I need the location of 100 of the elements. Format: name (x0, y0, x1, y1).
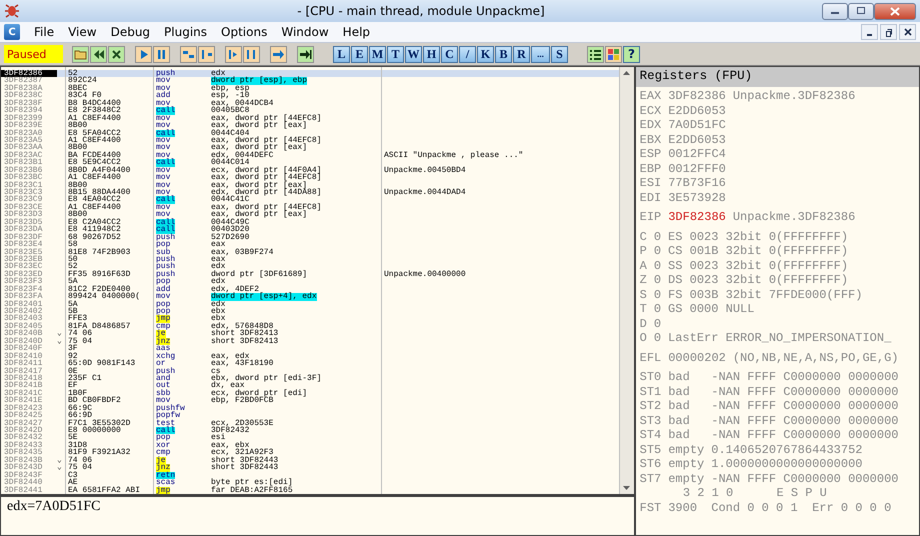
panel-shortcut-button[interactable]: L (333, 46, 350, 62)
hex-cell: 66:9C (68, 404, 92, 412)
register-note: FS 003B 32bit 7FFDE000(FFF) (668, 288, 862, 302)
address-cell: 3DF82386 (1, 70, 57, 78)
operand-cell: ecx, 321A92F3 (211, 449, 274, 457)
panel-shortcut-button[interactable]: W (405, 46, 422, 62)
step-over-button[interactable] (198, 46, 215, 62)
colors-button[interactable] (605, 46, 622, 62)
panel-shortcut-button[interactable]: ... (531, 46, 550, 62)
address-cell-text: 3DF8243F (3, 472, 44, 480)
panel-shortcut-button[interactable]: R (513, 46, 530, 62)
register-name: EAX (640, 89, 662, 104)
close-button[interactable] (108, 46, 125, 62)
menu-item[interactable]: Debug (104, 25, 156, 39)
maximize-icon (856, 7, 866, 15)
panel-shortcut-button[interactable]: / (459, 46, 476, 62)
menu-item[interactable]: Plugins (158, 25, 214, 39)
panel-shortcut-button[interactable]: E (351, 46, 368, 62)
minimize-button[interactable] (822, 2, 848, 20)
help-button[interactable]: ? (623, 46, 640, 62)
panel-shortcut-button[interactable]: H (423, 46, 440, 62)
register-value: 00000202 (668, 350, 726, 365)
goto-button[interactable] (297, 46, 314, 62)
mnemonic-cell: mov (156, 182, 170, 189)
register-value: 0012FFC4 (668, 147, 726, 162)
address-cell-text: 3DF823B6 (3, 166, 44, 174)
close-button[interactable] (899, 24, 916, 40)
rewind-button[interactable] (90, 46, 107, 62)
hex-cell: 5E (68, 434, 78, 442)
operand-cell: 0044C404 (211, 130, 250, 137)
mnemonic-cell: pop (156, 241, 170, 248)
register-value: 0 (654, 230, 662, 244)
hex-cell: E8 4EA04CC2 (68, 196, 121, 204)
menu-item[interactable]: Window (275, 25, 335, 39)
register-note: -NAN FFFF C0000000 0000000 (711, 472, 898, 486)
register-name: O (640, 331, 647, 346)
mnemonic-cell: call (156, 130, 176, 137)
menu-item[interactable]: Options (215, 25, 274, 39)
return-button[interactable] (270, 46, 287, 62)
menu-item[interactable]: View (62, 25, 103, 39)
color-grid-icon (606, 46, 621, 62)
register-note: DS 0023 32bit 0(FFFFFFFF) (668, 273, 848, 287)
panel-shortcut-button[interactable]: T (387, 46, 404, 62)
menu-item[interactable]: Help (336, 25, 376, 39)
maximize-button[interactable] (848, 2, 874, 20)
hex-cell: 1B0F (68, 390, 88, 398)
address-cell-text: 3DF823F4 (3, 286, 44, 294)
panel-shortcut-button[interactable]: C (441, 46, 458, 62)
register-note: -NAN FFFF C0000000 0000000 (711, 414, 898, 428)
mnemonic-cell: mov (156, 77, 170, 85)
mnemonic-cell: pop (156, 308, 170, 316)
register-name: S (640, 288, 647, 302)
register-name: ST2 (640, 399, 662, 414)
register-value: bad (668, 384, 691, 399)
hex-cell: E8 411948C2 (68, 226, 121, 234)
step-into-button[interactable] (180, 46, 197, 62)
play-button[interactable] (135, 46, 152, 62)
hex-cell: 52 (68, 70, 78, 78)
mnemonic-cell: push (156, 70, 176, 78)
hex-cell: 5A (68, 300, 78, 308)
mnemonic-cell: mov (156, 189, 170, 196)
restore-button[interactable] (880, 24, 897, 40)
menu-item[interactable]: File (28, 25, 60, 39)
register-name: EBP (640, 162, 662, 176)
mnemonic-cell: mov (156, 122, 170, 130)
register-value: 0012FFF0 (668, 162, 726, 176)
operand-cell: esp, -10 (211, 92, 250, 100)
panel-shortcut-button[interactable]: K (477, 46, 494, 62)
register-value: E2DD6053 (668, 132, 726, 147)
hex-cell: 8B15 88DA4400 (68, 189, 130, 196)
list-button[interactable] (587, 46, 604, 62)
panel-shortcut-button[interactable]: B (495, 46, 512, 62)
hex-cell: A1 C8EF4400 (68, 114, 121, 122)
minimize-button[interactable] (861, 24, 878, 40)
mnemonic-cell: popfw (156, 412, 180, 420)
open-folder-button[interactable] (72, 46, 89, 62)
mnemonic-cell: mov (156, 114, 170, 122)
address-cell-text: 3DF82405 (3, 322, 44, 330)
hex-cell: 75 04 (68, 464, 92, 472)
address-cell-text: 3DF82432 (3, 434, 44, 442)
register-name: ST7 (640, 472, 662, 486)
panel-shortcut-button[interactable]: M (369, 46, 386, 62)
register-note: LastErr ERROR_NO_IMPERSONATION_ (668, 331, 892, 345)
operand-cell: eax, dword ptr [44EFC8] (211, 174, 322, 182)
hex-cell: 81E8 74F2B903 (68, 248, 130, 256)
trace-into-button[interactable] (225, 46, 242, 62)
panel-shortcut-button[interactable]: S (551, 46, 568, 62)
address-cell-text: 3DF8238C (3, 92, 44, 100)
child-window-icon[interactable]: C (4, 24, 20, 40)
hex-cell: 92 (68, 352, 78, 360)
hex-cell: EF (68, 382, 78, 390)
scrollbar[interactable] (618, 67, 634, 494)
hex-cell: 68 90267D52 (68, 234, 121, 242)
hex-cell: E8 2F3848C2 (68, 107, 121, 115)
hex-cell: 235F C1 (68, 374, 102, 382)
pause-button[interactable] (153, 46, 170, 62)
register-note: Cond 0 0 0 1 Err 0 0 0 0 (711, 500, 892, 514)
operand-cell: eax, dword ptr [eax] (211, 211, 308, 219)
operand-cell: short 3DF82443 (211, 456, 278, 464)
address-cell-text: 3DF82423 (3, 404, 44, 412)
